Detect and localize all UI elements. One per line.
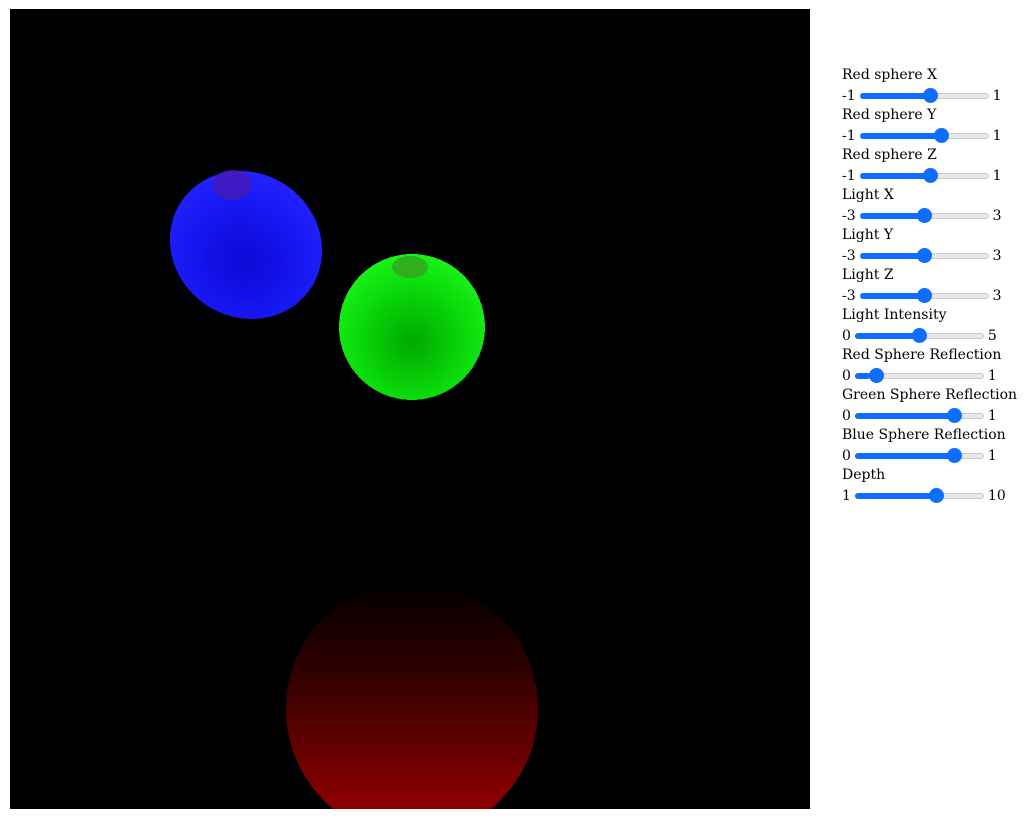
red-sphere-x-slider-thumb[interactable] xyxy=(922,88,938,103)
control-red-sphere-reflection: Red Sphere Reflection 0 1 xyxy=(842,346,1027,386)
depth-slider-thumb[interactable] xyxy=(929,488,945,503)
light-intensity-min-label: 0 xyxy=(842,328,851,344)
red-sphere-x-min-label: -1 xyxy=(842,88,856,104)
light-x-label: Light X xyxy=(842,187,894,203)
light-intensity-row: 05 xyxy=(842,326,997,346)
light-y-min-label: -3 xyxy=(842,248,856,264)
blue-sphere-reflection-row: 01 xyxy=(842,446,997,466)
depth-slider-fill xyxy=(854,493,939,499)
red-sphere-reflection-min-label: 0 xyxy=(842,368,851,384)
light-intensity-slider-thumb[interactable] xyxy=(912,328,928,343)
depth-slider[interactable] xyxy=(854,488,984,504)
red-sphere-z-min-label: -1 xyxy=(842,168,856,184)
control-light-y: Light Y -3 3 xyxy=(842,226,1027,266)
red-sphere-z-slider-fill xyxy=(859,173,931,179)
light-z-row: -3 3 xyxy=(842,286,1002,306)
light-intensity-label: Light Intensity xyxy=(842,307,947,323)
red-sphere-z-row: -1 1 xyxy=(842,166,1002,186)
light-x-slider-fill xyxy=(859,213,925,219)
control-light-x: Light X -3 3 xyxy=(842,186,1027,226)
red-sphere-y-row: -1 1 xyxy=(842,126,1002,146)
light-y-label: Light Y xyxy=(842,227,894,243)
red-sphere-x-max-label: 1 xyxy=(992,88,1002,104)
control-green-sphere-reflection: Green Sphere Reflection 0 1 xyxy=(842,386,1027,426)
red-sphere-reflection-slider-thumb[interactable] xyxy=(868,368,884,383)
control-depth: Depth 1 10 xyxy=(842,466,1027,506)
red-sphere-reflection-row: 01 xyxy=(842,366,997,386)
controls-panel: Red sphere X -1 1 Red sphere Y -1 1 Red sphere… xyxy=(842,66,1027,506)
depth-max-label: 10 xyxy=(987,488,1006,504)
light-x-max-label: 3 xyxy=(992,208,1002,224)
green-sphere-reflection-min-label: 0 xyxy=(842,408,851,424)
light-z-max-label: 3 xyxy=(992,288,1002,304)
light-z-slider[interactable] xyxy=(859,288,989,304)
red-sphere-y-slider-thumb[interactable] xyxy=(934,128,950,143)
green-sphere-reflection xyxy=(392,256,428,278)
red-sphere-reflection-label: Red Sphere Reflection xyxy=(842,347,1002,363)
depth-row: 1 10 xyxy=(842,486,1006,506)
blue-sphere-reflection-min-label: 0 xyxy=(842,448,851,464)
light-x-row: -3 3 xyxy=(842,206,1002,226)
red-sphere-z-slider-thumb[interactable] xyxy=(922,168,938,183)
blue-sphere-reflection-slider-fill xyxy=(854,453,959,459)
green-sphere-reflection-slider-fill xyxy=(854,413,959,419)
green-sphere-reflection-slider[interactable] xyxy=(854,408,984,424)
red-sphere-y-max-label: 1 xyxy=(992,128,1002,144)
red-sphere-x-slider-fill xyxy=(859,93,931,99)
red-sphere-z-slider[interactable] xyxy=(859,168,989,184)
blue-sphere-reflection-max-label: 1 xyxy=(987,448,997,464)
light-y-slider-fill xyxy=(859,253,925,259)
blue-sphere-reflection xyxy=(212,170,252,200)
light-x-min-label: -3 xyxy=(842,208,856,224)
red-sphere-z-max-label: 1 xyxy=(992,168,1002,184)
green-sphere-reflection-max-label: 1 xyxy=(987,408,997,424)
light-y-slider-thumb[interactable] xyxy=(917,248,933,263)
red-sphere-y-label: Red sphere Y xyxy=(842,107,937,123)
red-sphere-z-label: Red sphere Z xyxy=(842,147,937,163)
red-sphere-y-slider[interactable] xyxy=(859,128,989,144)
raytrace-scene xyxy=(10,9,810,809)
red-sphere-reflection-max-label: 1 xyxy=(987,368,997,384)
light-x-slider[interactable] xyxy=(859,208,989,224)
depth-label: Depth xyxy=(842,467,886,483)
green-sphere-reflection-label: Green Sphere Reflection xyxy=(842,387,1018,403)
light-x-slider-thumb[interactable] xyxy=(917,208,933,223)
blue-sphere-reflection-slider[interactable] xyxy=(854,448,984,464)
light-z-min-label: -3 xyxy=(842,288,856,304)
red-sphere-x-label: Red sphere X xyxy=(842,67,938,83)
red-sphere-reflection-slider[interactable] xyxy=(854,368,984,384)
blue-sphere-reflection-label: Blue Sphere Reflection xyxy=(842,427,1006,443)
control-red-sphere-y: Red sphere Y -1 1 xyxy=(842,106,1027,146)
light-intensity-slider-fill xyxy=(854,333,920,339)
light-y-slider[interactable] xyxy=(859,248,989,264)
light-z-slider-fill xyxy=(859,293,925,299)
control-light-intensity: Light Intensity 0 5 xyxy=(842,306,1027,346)
red-sphere-y-slider-fill xyxy=(859,133,944,139)
control-red-sphere-x: Red sphere X -1 1 xyxy=(842,66,1027,106)
red-sphere-x-slider[interactable] xyxy=(859,88,989,104)
red-sphere-y-min-label: -1 xyxy=(842,128,856,144)
light-z-label: Light Z xyxy=(842,267,894,283)
light-y-max-label: 3 xyxy=(992,248,1002,264)
red-sphere-x-row: -1 1 xyxy=(842,86,1002,106)
light-y-row: -3 3 xyxy=(842,246,1002,266)
green-sphere-reflection-slider-thumb[interactable] xyxy=(946,408,962,423)
blue-sphere-reflection-slider-thumb[interactable] xyxy=(946,448,962,463)
control-light-z: Light Z -3 3 xyxy=(842,266,1027,306)
light-intensity-max-label: 5 xyxy=(987,328,997,344)
light-intensity-slider[interactable] xyxy=(854,328,984,344)
light-z-slider-thumb[interactable] xyxy=(917,288,933,303)
control-red-sphere-z: Red sphere Z -1 1 xyxy=(842,146,1027,186)
green-sphere-reflection-row: 01 xyxy=(842,406,997,426)
control-blue-sphere-reflection: Blue Sphere Reflection 0 1 xyxy=(842,426,1027,466)
depth-min-label: 1 xyxy=(842,488,851,504)
render-canvas[interactable] xyxy=(10,9,810,809)
